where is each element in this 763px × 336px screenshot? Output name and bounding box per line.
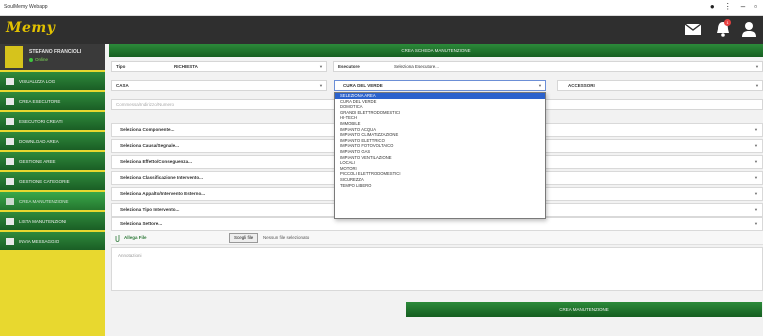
window-title: SoulMemy Webapp	[4, 4, 48, 10]
description-placeholder: Commessa/Indirizzo/Numero	[116, 102, 175, 107]
sidebar-item-label: Visualizza log	[19, 78, 56, 84]
notes-textarea[interactable]: Annotazioni	[111, 247, 763, 291]
more-icon[interactable]: ⋮	[724, 2, 732, 12]
effetto-label: Seleziona Effetto/Conseguenza...	[120, 159, 192, 164]
sidebar-item-label: Gestione aree	[19, 158, 56, 164]
circle-icon: ●	[709, 2, 715, 11]
user-add-icon	[6, 97, 14, 105]
dropdown-option[interactable]: Tempo libero	[335, 183, 545, 189]
chevron-down-icon: ▼	[754, 127, 758, 132]
esecutore-placeholder: Seleziona Esecutore...	[394, 64, 440, 69]
sidebar-item-label: Download area	[19, 138, 59, 144]
settore-select[interactable]: Seleziona Settore... ▼	[111, 217, 763, 231]
window-controls: ● ⋮ – ▫	[710, 2, 757, 12]
accessori-value: ACCESSORI	[568, 83, 595, 88]
mail-icon[interactable]	[684, 20, 702, 38]
notification-badge: 1	[724, 19, 731, 26]
tipo-select[interactable]: Tipo RICHIESTA ▼	[111, 61, 327, 72]
sidebar-item-crea-esecutore[interactable]: Crea esecutore	[0, 92, 105, 110]
page-title: Crea scheda manutenzione	[109, 44, 763, 57]
causa-label: Seleziona Causa/Segnale...	[120, 143, 179, 148]
category-value: CURA DEL VERDE	[343, 83, 383, 88]
chevron-down-icon: ▼	[754, 191, 758, 196]
minimize-button[interactable]: –	[741, 2, 745, 12]
app-header: Memy 1	[0, 16, 763, 44]
sidebar-item-label: Crea esecutore	[19, 98, 61, 104]
chevron-down-icon: ▼	[754, 175, 758, 180]
gear-icon	[6, 157, 14, 165]
sidebar: STEFANO FRANCIOLI Online Visualizza log …	[0, 44, 105, 336]
chevron-down-icon: ▼	[538, 83, 542, 88]
chevron-down-icon: ▼	[319, 64, 323, 69]
user-status: Online	[29, 57, 48, 62]
sidebar-item-label: Esecutori creati	[19, 118, 63, 124]
chevron-down-icon: ▼	[755, 83, 759, 88]
create-maintenance-button[interactable]: Crea manutenzione	[406, 302, 762, 317]
sidebar-item-label: Crea manutenzione	[19, 198, 69, 204]
chevron-down-icon: ▼	[319, 83, 323, 88]
classificazione-label: Seleziona Classificazione Intervento...	[120, 175, 203, 180]
tipo-intervento-label: Seleziona Tipo Intervento...	[120, 207, 180, 212]
attach-row: Allega File Scegli file Nessun file sele…	[111, 231, 763, 245]
user-status-label: Online	[35, 57, 49, 62]
esecutore-label: Esecutore	[338, 64, 360, 69]
os-title-bar: SoulMemy Webapp ● ⋮ – ▫	[0, 0, 763, 16]
chevron-down-icon: ▼	[754, 159, 758, 164]
download-icon	[6, 137, 14, 145]
chevron-down-icon: ▼	[755, 64, 759, 69]
settore-label: Seleziona Settore...	[120, 221, 163, 226]
sidebar-item-gestione-categorie[interactable]: Gestione categorie	[0, 172, 105, 190]
esecutore-select[interactable]: Esecutore Seleziona Esecutore... ▼	[333, 61, 763, 72]
sidebar-item-esecutori-creati[interactable]: Esecutori creati	[0, 112, 105, 130]
sidebar-item-gestione-aree[interactable]: Gestione aree	[0, 152, 105, 170]
area-select[interactable]: CASA ▼	[111, 80, 327, 91]
sidebar-item-lista-manutenzioni[interactable]: Lista manutenzioni	[0, 212, 105, 230]
user-panel: STEFANO FRANCIOLI Online	[0, 44, 105, 70]
no-file-text: Nessun file selezionato	[263, 235, 310, 240]
appalto-label: Seleziona Appalto/Intervento Esterno...	[120, 191, 206, 196]
user-icon[interactable]	[740, 20, 758, 38]
users-icon	[6, 117, 14, 125]
user-name: STEFANO FRANCIOLI	[29, 49, 82, 55]
area-value: CASA	[116, 83, 129, 88]
category-select[interactable]: CURA DEL VERDE ▼	[334, 80, 546, 91]
attach-label: Allega File	[124, 235, 147, 240]
tipo-label: Tipo	[116, 64, 126, 69]
sidebar-item-visualizza-log[interactable]: Visualizza log	[0, 72, 105, 90]
sidebar-item-download-area[interactable]: Download area	[0, 132, 105, 150]
online-dot-icon	[29, 57, 33, 62]
main-content: Crea scheda manutenzione Tipo RICHIESTA …	[105, 44, 763, 336]
sidebar-item-label: Lista manutenzioni	[19, 218, 67, 224]
chevron-down-icon: ▼	[754, 143, 758, 148]
paperclip-icon	[115, 235, 120, 242]
sidebar-item-label: Gestione categorie	[19, 178, 70, 184]
notes-placeholder: Annotazioni	[118, 253, 142, 258]
chevron-down-icon: ▼	[754, 221, 758, 226]
list-icon	[6, 217, 14, 225]
sidebar-item-crea-manutenzione[interactable]: Crea manutenzione	[0, 192, 105, 210]
wrench-icon	[6, 197, 14, 205]
tipo-value: RICHIESTA	[174, 64, 198, 69]
sidebar-nav: Visualizza log Crea esecutore Esecutori …	[0, 72, 105, 252]
maximize-button[interactable]: ▫	[754, 2, 757, 12]
avatar	[5, 46, 23, 68]
logo: Memy	[6, 20, 56, 36]
sidebar-item-invia-messaggio[interactable]: Invia messaggio	[0, 232, 105, 250]
category-dropdown-list[interactable]: Seleziona Area Cura del verde Domotica G…	[334, 92, 546, 219]
log-icon	[6, 77, 14, 85]
accessori-select[interactable]: ACCESSORI ▼	[557, 80, 763, 91]
componente-label: Seleziona Componente...	[120, 127, 175, 132]
gear-icon	[6, 177, 14, 185]
message-icon	[6, 237, 14, 245]
chevron-down-icon: ▼	[754, 207, 758, 212]
choose-file-button[interactable]: Scegli file	[229, 233, 259, 243]
sidebar-item-label: Invia messaggio	[19, 238, 60, 244]
